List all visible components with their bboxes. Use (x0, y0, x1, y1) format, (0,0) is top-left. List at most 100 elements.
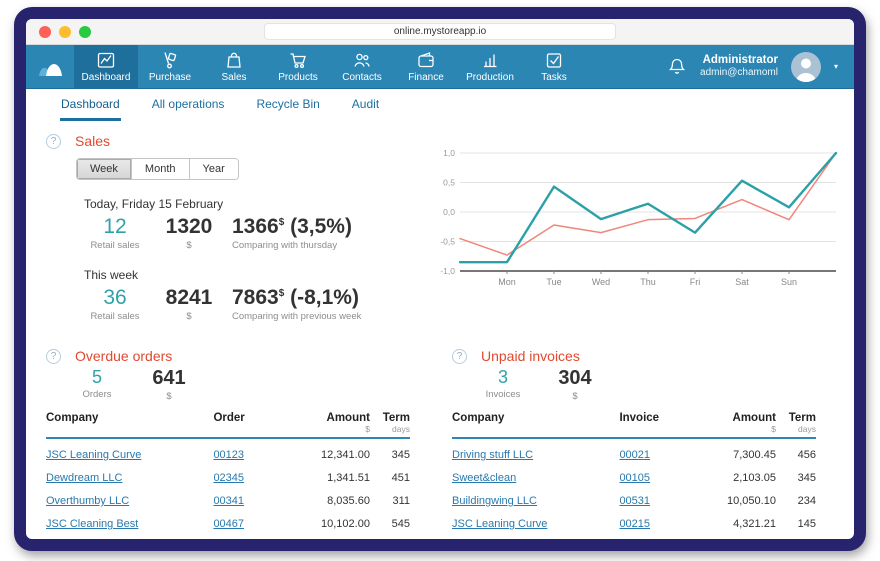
unpaid-invoices-panel: ? Unpaid invoices 3 Invoices 304 $ Compa… (452, 348, 816, 535)
term-cell: 345 (370, 438, 410, 466)
browser-titlebar: online.mystoreapp.io (26, 19, 854, 45)
bottom-panels: ? Overdue orders 5 Orders 641 $ Company … (26, 322, 854, 535)
tab-audit[interactable]: Audit (351, 89, 380, 121)
wallet-icon (416, 50, 436, 70)
week-heading: This week (84, 268, 424, 282)
company-link[interactable]: JSC Leaning Curve (46, 449, 141, 461)
svg-text:0,0: 0,0 (443, 207, 455, 217)
term-cell: 451 (370, 466, 410, 489)
app-logo[interactable] (26, 45, 74, 88)
main-navbar: Dashboard Purchase Sales Products (26, 45, 854, 89)
user-menu-caret-icon[interactable]: ▾ (834, 62, 838, 71)
close-window-button[interactable] (39, 26, 51, 38)
user-info[interactable]: Administrator admin@chamoml (700, 53, 778, 80)
amount-cell: 10,050.10 (703, 489, 776, 512)
nav-item-contacts[interactable]: Contacts (330, 45, 394, 88)
zoom-window-button[interactable] (79, 26, 91, 38)
table-row: JSC Leaning Curve 00123 12,341.00345 (46, 438, 410, 466)
table-row: Sweet&clean001052,103.05345 (452, 466, 816, 489)
user-avatar[interactable] (791, 52, 821, 82)
tab-dashboard[interactable]: Dashboard (60, 89, 121, 121)
sales-line-chart: 1,00,50,0-0,5-1,0MonTueWedThuFriSatSun (432, 141, 842, 299)
today-retail-sales-value: 12 (84, 216, 146, 238)
minimize-window-button[interactable] (59, 26, 71, 38)
company-cell: Buildingwing LLC (452, 489, 619, 512)
logo-icon (37, 56, 64, 78)
notifications-bell-icon[interactable] (667, 56, 687, 78)
amount-cell: 12,341.00 (297, 438, 370, 466)
company-link[interactable]: JSC Leaning Curve (452, 518, 547, 530)
table-row: JSC Cleaning Best0046710,102.00545 (46, 512, 410, 535)
term-cell: 145 (776, 512, 816, 535)
invoices-total-label: $ (546, 391, 604, 402)
invoice-cell: 00215 (619, 512, 703, 535)
col-header-amount: Amount$ (703, 412, 776, 438)
address-bar[interactable]: online.mystoreapp.io (264, 23, 616, 40)
col-header-amount: Amount$ (297, 412, 370, 438)
help-icon[interactable]: ? (452, 349, 467, 364)
week-stats: This week 36 Retail sales 8241 $ (76, 268, 424, 322)
amount-cell: 7,300.45 (703, 438, 776, 466)
invoice-link[interactable]: 00531 (619, 495, 650, 507)
nav-item-purchase[interactable]: Purchase (138, 45, 202, 88)
svg-text:-1,0: -1,0 (440, 266, 455, 276)
nav-item-finance[interactable]: Finance (394, 45, 458, 88)
invoice-link[interactable]: 00215 (619, 518, 650, 530)
nav-item-label: Dashboard (82, 72, 131, 83)
nav-item-sales[interactable]: Sales (202, 45, 266, 88)
nav-item-production[interactable]: Production (458, 45, 522, 88)
company-link[interactable]: Overthumby LLC (46, 495, 129, 507)
order-link[interactable]: 02345 (213, 472, 244, 484)
url-text: online.mystoreapp.io (394, 26, 486, 37)
period-year-button[interactable]: Year (190, 159, 238, 179)
invoice-link[interactable]: 00021 (619, 449, 650, 461)
help-icon[interactable]: ? (46, 349, 61, 364)
svg-text:Wed: Wed (592, 277, 610, 287)
nav-item-dashboard[interactable]: Dashboard (74, 45, 138, 88)
tab-all-operations[interactable]: All operations (151, 89, 226, 121)
company-link[interactable]: Buildingwing LLC (452, 495, 537, 507)
svg-text:0,5: 0,5 (443, 178, 455, 188)
svg-text:Sat: Sat (735, 277, 749, 287)
invoices-count: 3 (474, 368, 532, 387)
people-icon (352, 50, 372, 70)
svg-text:Fri: Fri (690, 277, 701, 287)
order-cell: 02345 (213, 466, 297, 489)
table-row: Overthumby LLC003418,035.60311 (46, 489, 410, 512)
company-cell: JSC Cleaning Best (46, 512, 213, 535)
order-link[interactable]: 00123 (213, 449, 244, 461)
overdue-orders-panel: ? Overdue orders 5 Orders 641 $ Company … (46, 348, 410, 535)
company-link[interactable]: Driving stuff LLC (452, 449, 533, 461)
overdue-orders-table: Company Order Amount$TermdaysJSC Leaning… (46, 412, 410, 535)
today-amount-label: $ (158, 240, 220, 251)
company-link[interactable]: JSC Cleaning Best (46, 518, 138, 530)
unpaid-invoices-title: Unpaid invoices (481, 348, 580, 364)
period-month-button[interactable]: Month (132, 159, 190, 179)
company-link[interactable]: Dewdream LLC (46, 472, 122, 484)
nav-item-label: Contacts (342, 72, 381, 83)
invoice-cell: 00531 (619, 489, 703, 512)
nav-item-products[interactable]: Products (266, 45, 330, 88)
today-amount-value: 1320 (158, 216, 220, 238)
table-row: JSC Leaning Curve002154,321.21145 (452, 512, 816, 535)
period-week-button[interactable]: Week (77, 159, 132, 179)
help-icon[interactable]: ? (46, 134, 61, 149)
bar-chart-icon (480, 50, 500, 70)
orders-total-label: $ (140, 391, 198, 402)
orders-count-label: Orders (68, 389, 126, 400)
invoice-cell: 00105 (619, 466, 703, 489)
unpaid-invoices-table: Company Invoice Amount$TermdaysDriving s… (452, 412, 816, 535)
company-cell: Sweet&clean (452, 466, 619, 489)
dashboard-icon (96, 50, 116, 70)
user-name: Administrator (700, 53, 778, 67)
order-cell: 00467 (213, 512, 297, 535)
invoice-link[interactable]: 00105 (619, 472, 650, 484)
tab-recycle-bin[interactable]: Recycle Bin (255, 89, 320, 121)
today-retail-sales-label: Retail sales (84, 240, 146, 251)
order-link[interactable]: 00467 (213, 518, 244, 530)
invoices-count-label: Invoices (474, 389, 532, 400)
company-link[interactable]: Sweet&clean (452, 472, 516, 484)
nav-item-tasks[interactable]: Tasks (522, 45, 586, 88)
hand-truck-icon (160, 50, 180, 70)
order-link[interactable]: 00341 (213, 495, 244, 507)
